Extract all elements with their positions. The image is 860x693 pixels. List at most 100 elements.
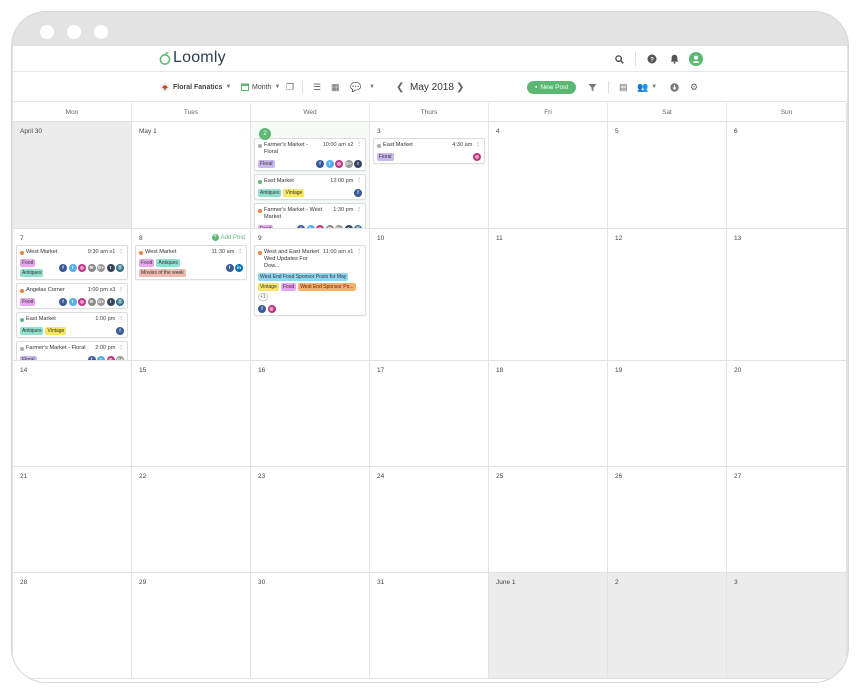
prev-month-arrow-icon[interactable]: ❮	[396, 72, 404, 102]
day-cell[interactable]: 16	[251, 361, 370, 466]
post-card[interactable]: West and East Market Wed Updates For Dow…	[254, 245, 366, 316]
day-cell[interactable]: 4	[489, 122, 608, 228]
day-cell[interactable]: April 30	[13, 122, 132, 228]
post-tag[interactable]: Vintage	[258, 283, 279, 291]
settings-icon[interactable]: ⚙	[690, 72, 698, 102]
kebab-menu-icon[interactable]: ⋮	[118, 316, 124, 323]
day-cell[interactable]: 28	[13, 573, 132, 678]
kebab-menu-icon[interactable]: ⋮	[237, 249, 243, 256]
post-tag[interactable]: Food	[258, 224, 274, 228]
day-cell[interactable]: 11	[489, 229, 608, 360]
filter-icon[interactable]	[588, 72, 597, 102]
kebab-menu-icon[interactable]: ⋮	[118, 249, 124, 256]
day-cell[interactable]: 13	[727, 229, 847, 360]
post-tag[interactable]: Food	[280, 283, 297, 291]
day-cell[interactable]: 18	[489, 361, 608, 466]
day-cell[interactable]: 31	[370, 573, 489, 678]
comments-icon[interactable]: 💬	[350, 72, 361, 102]
window-dot-minimize[interactable]	[67, 25, 81, 39]
post-tag[interactable]: West End Sponsor Po...	[298, 283, 356, 291]
day-cell[interactable]: 25	[489, 467, 608, 572]
user-avatar-icon[interactable]	[689, 52, 703, 66]
help-icon[interactable]: ?	[646, 53, 658, 65]
day-cell[interactable]: 5	[608, 122, 727, 228]
post-tag[interactable]: Floral	[258, 159, 275, 168]
post-card[interactable]: East Market 4:30 am ⋮ Floral ◎	[373, 138, 485, 164]
more-tags-badge[interactable]: +1	[258, 293, 268, 301]
post-tag[interactable]: Food	[20, 297, 36, 306]
day-cell[interactable]: 24	[370, 467, 489, 572]
post-tag[interactable]: Antiques	[156, 259, 180, 267]
kebab-menu-icon[interactable]: ⋮	[356, 207, 362, 214]
kebab-menu-icon[interactable]: ⋮	[356, 249, 362, 256]
day-cell[interactable]: 26	[608, 467, 727, 572]
day-cell[interactable]: 2 Farmer's Market - Floral 10:00 am x2 ⋮ Flo…	[251, 122, 370, 228]
post-card[interactable]: Angelas Corner 1:00 pm x3 ⋮ Food f t ◎ ✉ G+ t ⓪	[16, 283, 128, 309]
copy-icon[interactable]: ❐	[286, 72, 294, 102]
loomly-logo[interactable]: Loomly	[159, 49, 226, 67]
day-cell[interactable]: 21	[13, 467, 132, 572]
day-cell[interactable]: 15	[132, 361, 251, 466]
grid-view-icon[interactable]: ▦	[331, 72, 340, 102]
day-cell[interactable]: 30	[251, 573, 370, 678]
day-cell[interactable]: 22	[132, 467, 251, 572]
day-cell[interactable]: 8 + Add Post West Market 11:30 am ⋮ Food Antiqu…	[132, 229, 251, 360]
post-tag[interactable]: Antiques	[20, 326, 44, 335]
add-post-label: Add Post	[220, 234, 245, 241]
kebab-menu-icon[interactable]: ⋮	[356, 142, 362, 149]
users-icon[interactable]: 👥 ▼	[637, 72, 657, 102]
kebab-menu-icon[interactable]: ⋮	[118, 345, 124, 352]
post-tag[interactable]: Vintage	[283, 188, 305, 197]
library-icon[interactable]: ▤	[619, 72, 628, 102]
post-tag[interactable]: Movies of the week	[139, 269, 186, 277]
day-cell[interactable]: 23	[251, 467, 370, 572]
download-icon[interactable]	[670, 72, 679, 102]
day-cell[interactable]: June 1	[489, 573, 608, 678]
day-cell[interactable]: 17	[370, 361, 489, 466]
day-cell[interactable]: 20	[727, 361, 847, 466]
more-chevron-icon[interactable]: ▼	[369, 72, 375, 102]
day-cell[interactable]: 14	[13, 361, 132, 466]
calendar-selector[interactable]: Floral Fanatics ▼	[160, 72, 231, 102]
post-tag[interactable]: Vintage	[45, 326, 67, 335]
window-dot-maximize[interactable]	[94, 25, 108, 39]
day-cell[interactable]: 3	[727, 573, 847, 678]
post-card[interactable]: East Market 12:00 pm ⋮ Antiques Vintage f	[254, 174, 366, 200]
post-tag[interactable]: Floral	[377, 152, 394, 161]
post-tag[interactable]: Antiques	[258, 188, 282, 197]
day-cell[interactable]: May 1	[132, 122, 251, 228]
post-card[interactable]: Farmer's Market - West Market 1:30 pm⋮ Foo…	[254, 203, 366, 228]
day-cell[interactable]: 19	[608, 361, 727, 466]
day-cell[interactable]: 10	[370, 229, 489, 360]
post-tag[interactable]: Floral	[20, 355, 37, 360]
day-cell[interactable]: 27	[727, 467, 847, 572]
bell-icon[interactable]	[668, 53, 680, 65]
day-cell[interactable]: 9 West and East Market Wed Updates For Do…	[251, 229, 370, 360]
add-post-button[interactable]: + Add Post	[211, 234, 245, 241]
window-dot-close[interactable]	[40, 25, 54, 39]
day-cell[interactable]: 7 West Market 9:30 am x1 ⋮ Food Antiques f t ◎ ✉ G…	[13, 229, 132, 360]
day-cell[interactable]: 29	[132, 573, 251, 678]
post-card[interactable]: Farmer's Market - Floral 10:00 am x2 ⋮ Flor…	[254, 138, 366, 171]
post-card[interactable]: East Market 1:00 pm ⋮ Antiques Vintage f	[16, 312, 128, 338]
day-cell[interactable]: 3 East Market 4:30 am ⋮ Floral ◎	[370, 122, 489, 228]
list-view-icon[interactable]: ☰	[313, 72, 321, 102]
post-tag[interactable]: Food	[20, 259, 36, 267]
search-icon[interactable]	[613, 53, 625, 65]
post-card[interactable]: Farmer's Market - Floral 2:00 pm ⋮ Floral f t…	[16, 341, 128, 360]
kebab-menu-icon[interactable]: ⋮	[356, 178, 362, 185]
day-cell[interactable]: 6	[727, 122, 847, 228]
twitter-icon: t	[68, 297, 77, 306]
kebab-menu-icon[interactable]: ⋮	[118, 287, 124, 294]
new-post-button[interactable]: ▪ New Post	[527, 72, 577, 102]
post-card[interactable]: West Market 11:30 am ⋮ Food Antiques Movies o…	[135, 245, 247, 280]
post-tag[interactable]: Antiques	[20, 269, 44, 277]
kebab-menu-icon[interactable]: ⋮	[475, 142, 481, 149]
day-cell[interactable]: 12	[608, 229, 727, 360]
post-tag[interactable]: Food	[139, 259, 155, 267]
post-tag[interactable]: West End Food Sponsor Posts for May	[258, 273, 349, 281]
day-cell[interactable]: 2	[608, 573, 727, 678]
view-selector[interactable]: Month ▼	[241, 72, 280, 102]
post-card[interactable]: West Market 9:30 am x1 ⋮ Food Antiques f t ◎ ✉ G+…	[16, 245, 128, 280]
next-month-arrow-icon[interactable]: ❯	[456, 72, 464, 102]
